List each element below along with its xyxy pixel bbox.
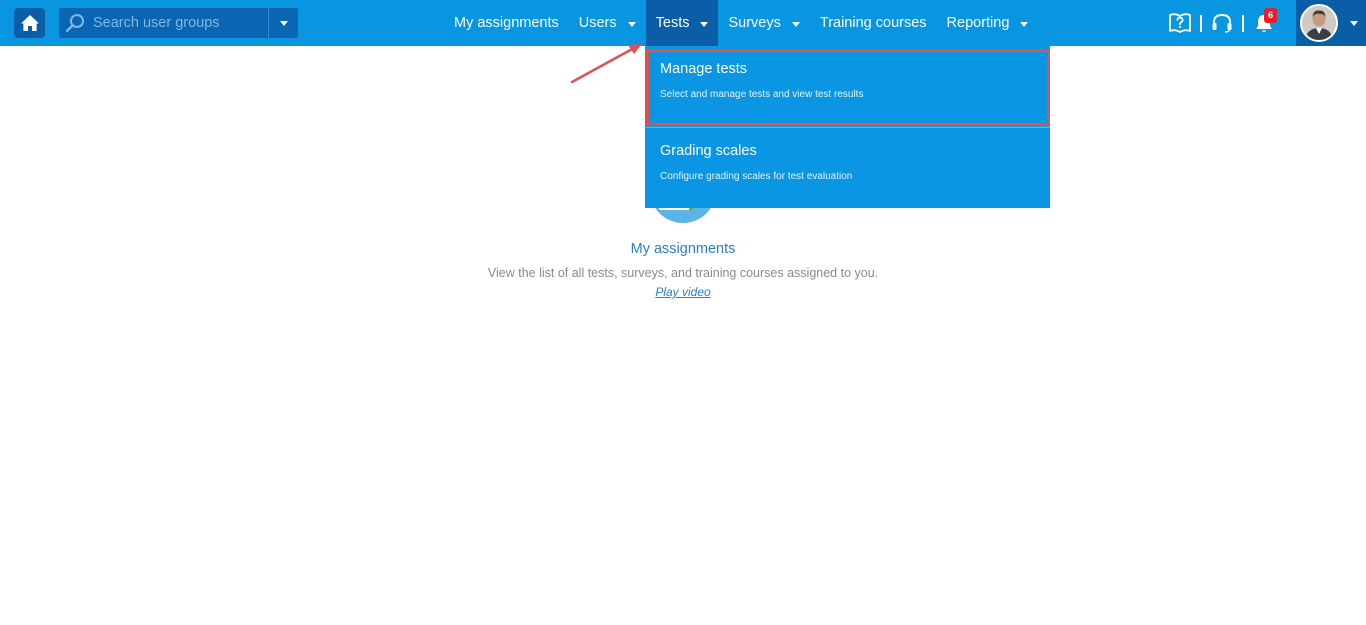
nav-users[interactable]: Users [569, 0, 646, 46]
menu-item-grading-scales[interactable]: Grading scales Configure grading scales … [645, 127, 1050, 208]
nav-training-courses-label: Training courses [819, 15, 927, 31]
help-button[interactable] [1166, 8, 1194, 38]
help-book-icon [1169, 13, 1191, 33]
separator [1200, 14, 1202, 32]
header-tools: 6 [1166, 0, 1278, 46]
search-icon-wrap[interactable] [59, 8, 91, 38]
chevron-down-icon [1020, 21, 1029, 27]
play-video-container: Play video [0, 285, 1366, 299]
nav-training-courses[interactable]: Training courses [810, 0, 937, 46]
play-video-link[interactable]: Play video [655, 285, 710, 299]
menu-item-title: Grading scales [660, 143, 757, 159]
home-icon [20, 15, 39, 31]
nav-tests-label: Tests [655, 15, 690, 31]
menu-item-manage-tests[interactable]: Manage tests Select and manage tests and… [645, 46, 1050, 127]
main-nav: My assignments Users Tests Surveys Train… [444, 0, 1038, 46]
page-description: View the list of all tests, surveys, and… [487, 266, 879, 280]
chevron-down-icon [700, 21, 709, 27]
notifications-button[interactable]: 6 [1250, 8, 1278, 38]
home-button[interactable] [14, 8, 45, 38]
nav-surveys[interactable]: Surveys [718, 0, 809, 46]
separator [1242, 14, 1244, 32]
headset-icon [1212, 13, 1232, 33]
nav-reporting-label: Reporting [946, 15, 1010, 31]
search-filter-dropdown[interactable] [268, 8, 298, 38]
nav-reporting[interactable]: Reporting [937, 0, 1039, 46]
search-box [59, 8, 298, 38]
support-button[interactable] [1208, 8, 1236, 38]
tests-dropdown-menu: Manage tests Select and manage tests and… [645, 46, 1050, 208]
chevron-down-icon [1350, 20, 1358, 26]
page-title: My assignments [630, 241, 736, 257]
chevron-down-icon [791, 21, 800, 27]
top-navigation-bar: My assignments Users Tests Surveys Train… [0, 0, 1366, 46]
nav-my-assignments[interactable]: My assignments [444, 0, 569, 46]
user-avatar [1300, 4, 1338, 42]
menu-item-title: Manage tests [660, 61, 748, 77]
notification-count-badge: 6 [1264, 8, 1277, 23]
search-icon [65, 14, 84, 33]
nav-my-assignments-label: My assignments [454, 15, 559, 31]
menu-item-subtitle: Select and manage tests and view test re… [660, 88, 864, 100]
chevron-down-icon [279, 20, 288, 26]
user-menu[interactable] [1296, 0, 1366, 46]
menu-item-subtitle: Configure grading scales for test evalua… [660, 170, 853, 182]
nav-users-label: Users [578, 15, 617, 31]
nav-tests[interactable]: Tests [645, 0, 719, 46]
nav-surveys-label: Surveys [728, 15, 781, 31]
chevron-down-icon [627, 21, 636, 27]
search-input[interactable] [91, 8, 268, 38]
